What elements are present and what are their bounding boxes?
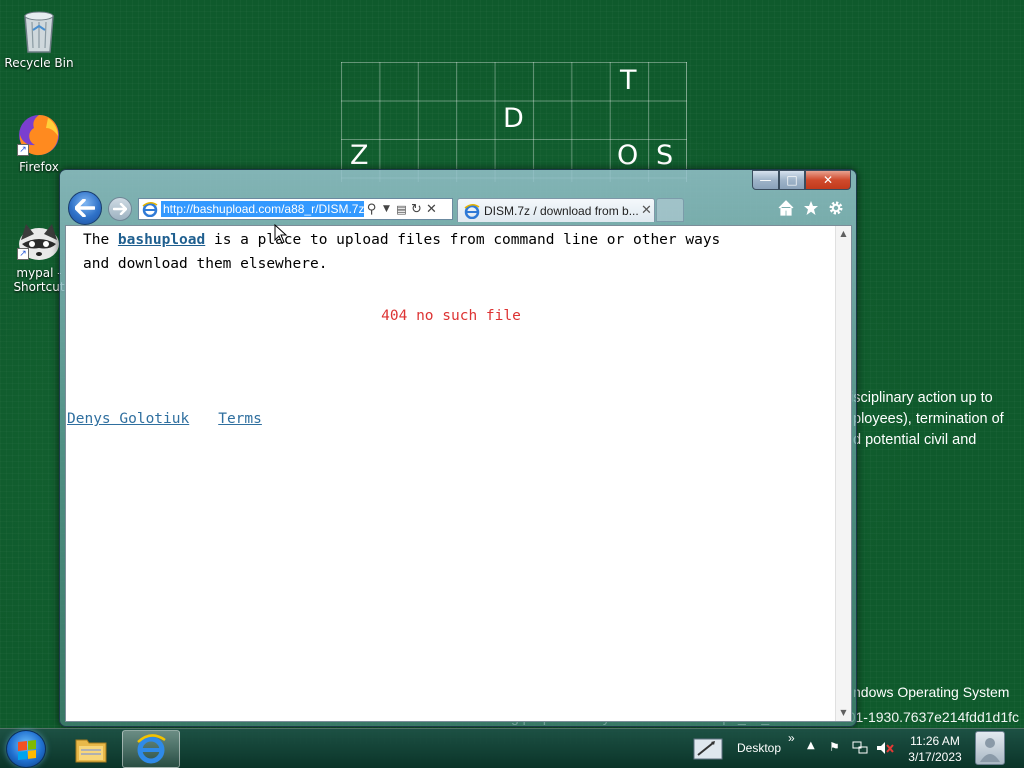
internet-explorer-window: — □ ✕ http://bashupload.com/a88_r/DISM.7… [59,169,857,727]
recycle-bin-label: Recycle Bin [4,56,74,70]
tab-dism[interactable]: DISM.7z / download from b... ✕ [457,198,655,222]
action-center-flag-icon[interactable]: ⚑ [829,740,840,754]
taskbar [0,728,1024,768]
watermark-os-name: ndows Operating System [853,684,1010,700]
error-message: 404 no such file [381,308,521,324]
home-icon[interactable] [778,200,794,216]
desktop-toolbar-label[interactable]: Desktop [737,741,781,755]
folder-icon [75,739,107,763]
minimize-button[interactable]: — [752,170,779,190]
taskbar-ie-button[interactable] [122,730,180,768]
tab-close-icon[interactable]: ✕ [641,203,652,218]
address-input[interactable]: http://bashupload.com/a88_r/DISM.7z [161,201,364,217]
back-button[interactable] [68,191,102,225]
background-notice-line-2: ployees), termination of [853,411,1004,427]
show-hidden-icons-button[interactable]: ▲ [807,740,815,751]
ie-page-icon [464,203,480,219]
user-avatar[interactable] [975,731,1005,765]
compatibility-view-icon[interactable]: ▤ [394,200,409,218]
stop-icon[interactable]: ✕ [424,200,439,218]
author-link[interactable]: Denys Golotiuk [67,411,189,427]
terms-link[interactable]: Terms [218,411,262,427]
refresh-icon[interactable]: ↻ [409,200,424,218]
background-notice-line-3: d potential civil and [853,432,977,448]
bashupload-link[interactable]: bashupload [118,232,205,248]
taskbar-explorer-button[interactable] [62,730,120,768]
scroll-up-icon[interactable]: ▲ [836,226,851,242]
favorites-star-icon[interactable] [803,200,819,216]
toolbar-chevron-icon[interactable]: » [788,731,795,745]
system-clock[interactable]: 11:26 AM 3/17/2023 [900,733,970,765]
arrow-right-icon [113,203,127,215]
start-button[interactable] [6,730,46,768]
grid-letter-d: D [503,103,524,134]
intro-prefix: The [83,232,118,248]
gear-icon[interactable] [828,200,844,216]
chevron-down-icon[interactable]: ▼ [379,200,394,218]
maximize-button[interactable]: □ [779,170,805,190]
mouse-cursor-icon [274,224,288,244]
clock-date: 3/17/2023 [908,750,962,764]
volume-muted-icon[interactable] [876,741,894,755]
user-icon [980,738,1000,762]
address-bar[interactable]: http://bashupload.com/a88_r/DISM.7z ⚲ ▼ … [138,198,453,220]
window-caption-buttons: — □ ✕ [752,170,851,190]
tab-title: DISM.7z / download from b... [484,203,639,218]
command-icons [778,200,844,216]
network-icon[interactable] [852,741,868,755]
grid-letter-o: O [617,140,639,171]
minimize-icon: — [759,173,772,187]
shortcut-arrow-icon: ↗ [17,248,29,260]
vertical-scrollbar[interactable]: ▲ ▼ [835,226,851,721]
clock-time: 11:26 AM [910,734,960,748]
internet-explorer-icon [137,734,166,764]
ie-page-icon [142,202,158,217]
new-tab-button[interactable] [656,198,684,222]
recycle-bin-icon [24,11,54,53]
forward-button[interactable] [108,197,132,221]
page-content: The bashupload is a place to upload file… [65,225,852,722]
close-icon: ✕ [822,173,834,187]
shortcut-arrow-icon: ↗ [17,144,29,156]
maximize-icon: □ [786,173,798,187]
footer-links: Denys Golotiuk Terms [67,411,262,427]
scroll-down-icon[interactable]: ▼ [836,705,851,721]
arrow-left-icon [75,199,95,217]
grid-letter-t: T [620,65,637,96]
grid-letter-z: Z [350,140,369,171]
search-icon[interactable]: ⚲ [364,200,379,218]
close-button[interactable]: ✕ [805,170,851,190]
background-notice-line-1: isciplinary action up to [850,390,993,406]
intro-text: The bashupload is a place to upload file… [83,228,823,276]
desktop-icon-firefox[interactable]: ↗ Firefox [1,112,77,174]
grid-letter-s: S [656,140,674,171]
desktop-toolbar-icon[interactable] [693,737,723,761]
windows-logo-icon [18,740,36,760]
desktop-icon-recycle-bin[interactable]: Recycle Bin [1,6,77,70]
